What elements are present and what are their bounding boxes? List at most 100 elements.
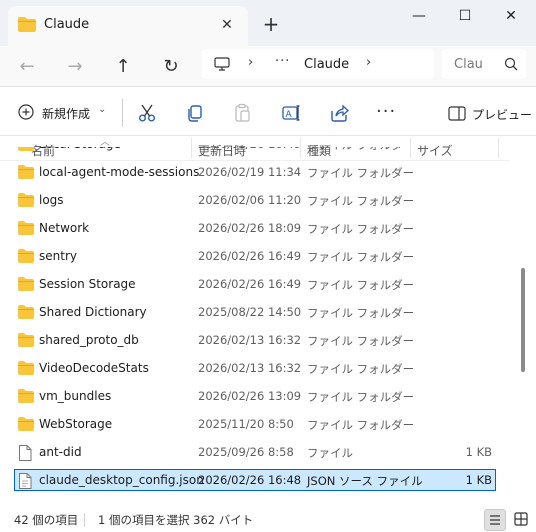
- more-options-icon[interactable]: ···: [376, 101, 398, 123]
- chevron-right-icon[interactable]: ›: [366, 55, 371, 70]
- vertical-scrollbar[interactable]: [520, 150, 526, 506]
- file-date: 2025/09/26 8:58: [198, 445, 294, 459]
- more-locations-icon[interactable]: ···: [275, 54, 290, 69]
- file-type: ファイル フォルダー: [307, 362, 415, 376]
- folder-icon: [18, 147, 34, 151]
- title-bar: Claude ✕ + — ☐ ✕: [0, 0, 536, 46]
- forward-arrow-icon[interactable]: →: [60, 52, 90, 82]
- file-name: claude_desktop_config.json: [39, 473, 204, 487]
- folder-icon: [18, 249, 34, 263]
- file-type: ファイル フォルダー: [307, 306, 415, 320]
- selection-info: 1 個の項目を選択 362 バイト: [98, 513, 254, 527]
- file-type: ファイル フォルダー: [307, 194, 415, 208]
- folder-icon: [18, 165, 34, 179]
- json-file-icon: [18, 473, 34, 489]
- file-row[interactable]: Network 2026/02/26 18:09 ファイル フォルダー: [0, 214, 510, 242]
- file-name: vm_bundles: [39, 389, 112, 403]
- new-tab-button[interactable]: +: [258, 12, 284, 38]
- file-type: ファイル: [307, 446, 353, 460]
- search-box[interactable]: Clau: [442, 49, 526, 79]
- file-type: ファイル フォルダー: [307, 147, 414, 153]
- file-row[interactable]: vm_bundles 2026/02/26 13:09 ファイル フォルダー: [0, 382, 510, 410]
- address-bar[interactable]: › ··· Claude ›: [202, 49, 434, 79]
- file-row[interactable]: Shared Dictionary 2025/08/22 14:50 ファイル フォ…: [0, 298, 510, 326]
- file-row[interactable]: shared_proto_db 2026/02/13 16:32 ファイル フォルダ…: [0, 326, 510, 354]
- preview-label: プレビュー: [472, 108, 533, 122]
- file-date: 2026/02/13 16:32: [198, 333, 302, 347]
- file-date: 2026/02/26 16:49: [198, 277, 302, 291]
- file-date: 2025/08/22 14:50: [198, 305, 302, 319]
- file-row[interactable]: claude_desktop_config.json 2026/02/26 16:…: [0, 466, 510, 494]
- file-name: VideoDecodeStats: [39, 361, 149, 375]
- file-date: 2026/02/26 18:09: [198, 221, 302, 235]
- file-name: sentry: [39, 249, 77, 263]
- refresh-icon[interactable]: ↻: [156, 52, 186, 82]
- copy-icon[interactable]: [185, 103, 207, 125]
- file-row[interactable]: local-agent-mode-sessions 2026/02/19 11:3…: [0, 158, 510, 186]
- file-name: local-agent-mode-sessions: [39, 165, 200, 179]
- file-row[interactable]: Local Storage 2026/02/26 16:49 ファイル フォルダー: [0, 147, 510, 158]
- minimize-button[interactable]: —: [396, 0, 442, 32]
- computer-icon: [214, 57, 230, 74]
- file-name: shared_proto_db: [39, 333, 139, 347]
- file-row[interactable]: ant-did 2025/09/26 8:58 ファイル 1 KB: [0, 438, 510, 466]
- file-date: 2026/02/26 16:48: [198, 473, 302, 487]
- file-name: Local Storage: [39, 147, 121, 151]
- paste-icon: [232, 103, 254, 125]
- breadcrumb-claude[interactable]: Claude: [304, 57, 349, 72]
- up-arrow-icon[interactable]: ↑: [108, 52, 138, 82]
- folder-icon: [18, 333, 34, 347]
- folder-icon: [18, 417, 34, 431]
- folder-icon: [18, 361, 34, 375]
- svg-text:A: A: [286, 110, 293, 120]
- file-date: 2026/02/26 16:49: [198, 249, 302, 263]
- search-input[interactable]: Clau: [454, 57, 483, 72]
- file-row[interactable]: VideoDecodeStats 2026/02/13 16:32 ファイル フォル…: [0, 354, 510, 382]
- file-size: 1 KB: [465, 445, 492, 459]
- plus-circle-icon: [18, 104, 34, 123]
- rename-icon[interactable]: A: [281, 103, 303, 125]
- file-type: ファイル フォルダー: [307, 166, 415, 180]
- file-type: ファイル フォルダー: [307, 418, 415, 432]
- chevron-down-icon: ⌄: [98, 104, 107, 115]
- file-name: Network: [39, 221, 90, 235]
- search-icon[interactable]: [504, 57, 518, 74]
- file-row[interactable]: Session Storage 2026/02/26 16:49 ファイル フォルダ…: [0, 270, 510, 298]
- tab-close-icon[interactable]: ✕: [216, 14, 238, 36]
- file-icon: [18, 445, 34, 461]
- file-size: 1 KB: [465, 473, 492, 487]
- file-list: Local Storage2026/02/26 16:49ファイル フォルダーl…: [0, 147, 510, 507]
- file-date: 2026/02/19 11:34: [198, 165, 302, 179]
- close-window-button[interactable]: ✕: [488, 0, 534, 32]
- status-bar: 42 個の項目 1 個の項目を選択 362 バイト: [0, 507, 536, 532]
- file-date: 2026/02/26 13:09: [198, 389, 302, 403]
- folder-icon: [18, 221, 34, 235]
- preview-pane-icon: [448, 106, 466, 124]
- file-name: Session Storage: [39, 277, 136, 291]
- details-view-icon[interactable]: [484, 509, 506, 531]
- navigation-bar: ← → ↑ ↻ › ··· Claude › Clau: [0, 46, 536, 86]
- large-icons-view-icon[interactable]: [511, 509, 533, 531]
- tab-claude[interactable]: Claude ✕: [8, 6, 248, 46]
- file-date: 2026/02/06 11:20: [198, 193, 302, 207]
- scrollbar-thumb[interactable]: [521, 268, 525, 372]
- file-type: ファイル フォルダー: [307, 250, 415, 264]
- sort-ascending-icon: ︿: [100, 137, 110, 148]
- file-date: 2025/11/20 8:50: [198, 417, 294, 431]
- maximize-button[interactable]: ☐: [442, 0, 488, 32]
- file-name: WebStorage: [39, 417, 113, 431]
- file-row[interactable]: sentry 2026/02/26 16:49 ファイル フォルダー: [0, 242, 510, 270]
- share-icon[interactable]: [329, 103, 351, 125]
- back-arrow-icon[interactable]: ←: [12, 52, 42, 82]
- file-row[interactable]: logs 2026/02/06 11:20 ファイル フォルダー: [0, 186, 510, 214]
- folder-icon: [18, 305, 34, 319]
- file-name: ant-did: [39, 445, 82, 459]
- chevron-right-icon[interactable]: ›: [248, 55, 253, 70]
- file-date: 2026/02/26 16:49: [198, 147, 301, 151]
- toolbar-divider: [122, 99, 123, 127]
- file-row[interactable]: WebStorage 2025/11/20 8:50 ファイル フォルダー: [0, 410, 510, 438]
- cut-icon[interactable]: [137, 103, 159, 125]
- file-type: ファイル フォルダー: [307, 390, 415, 404]
- command-bar: 新規作成 ⌄ A ··· プレビュー: [0, 86, 536, 136]
- file-type: JSON ソース ファイル: [307, 474, 423, 488]
